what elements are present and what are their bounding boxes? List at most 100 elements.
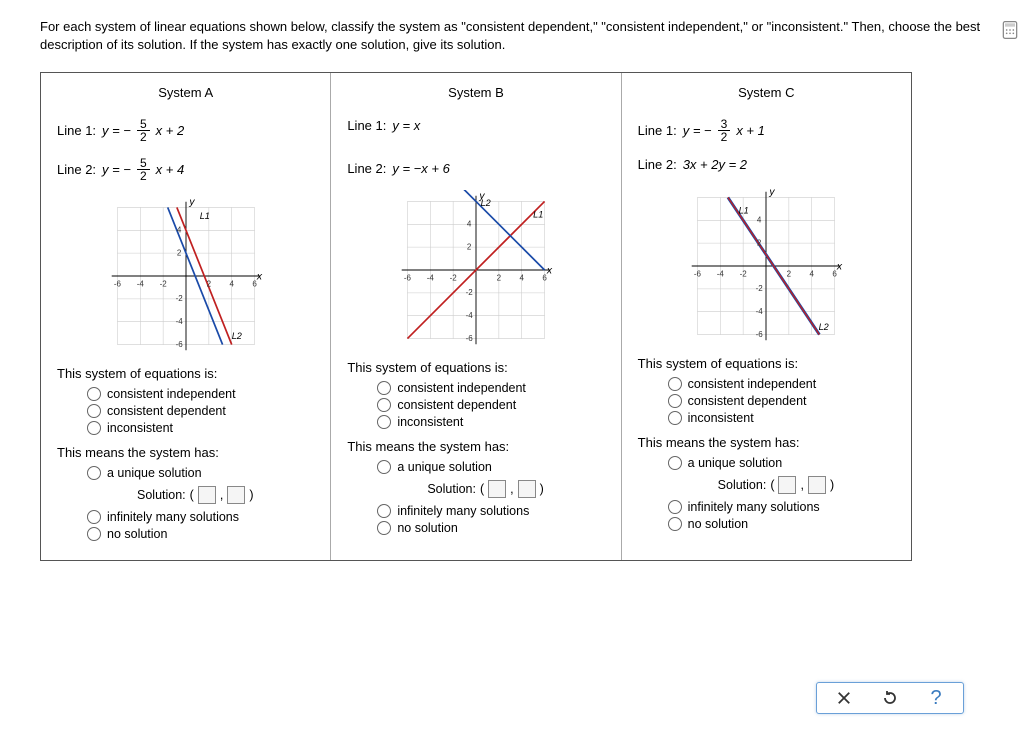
opt-label: infinitely many solutions [397, 504, 529, 518]
reset-button[interactable] [881, 689, 899, 707]
opt-inf-many[interactable]: infinitely many solutions [377, 504, 604, 518]
svg-text:-2: -2 [175, 295, 183, 304]
solution-x-input[interactable] [198, 486, 216, 504]
solution-y-input[interactable] [808, 476, 826, 494]
solution-row: Solution: (,) [377, 480, 604, 498]
opt-inconsistent[interactable]: inconsistent [668, 411, 895, 425]
solution-y-input[interactable] [518, 480, 536, 498]
opt-consistent-independent[interactable]: consistent independent [377, 381, 604, 395]
opt-label: no solution [107, 527, 167, 541]
svg-text:-6: -6 [756, 330, 764, 339]
svg-text:L1: L1 [199, 211, 209, 221]
denominator: 2 [718, 131, 731, 143]
radio-icon [668, 411, 682, 425]
eq-text: y = − [102, 123, 131, 138]
svg-text:-6: -6 [175, 340, 183, 349]
fraction: 52 [137, 157, 150, 182]
radio-icon [377, 415, 391, 429]
system-b-line2: Line 2: y = −x + 6 [347, 161, 604, 176]
system-b-column: System B Line 1: y = x Line 2: y = −x + … [331, 73, 621, 560]
radio-icon [87, 404, 101, 418]
opt-inf-many[interactable]: infinitely many solutions [668, 500, 895, 514]
opt-label: a unique solution [688, 456, 783, 470]
solution-x-input[interactable] [778, 476, 796, 494]
opt-no-solution[interactable]: no solution [377, 521, 604, 535]
means-label: This means the system has: [347, 439, 604, 454]
radio-icon [87, 387, 101, 401]
eq-text: y = − [102, 162, 131, 177]
solution-row: Solution: (,) [668, 476, 895, 494]
svg-text:2: 2 [497, 274, 502, 283]
opt-label: a unique solution [107, 466, 202, 480]
means-options: a unique solution Solution: (,) infinite… [347, 460, 604, 535]
opt-no-solution[interactable]: no solution [668, 517, 895, 531]
svg-text:L2: L2 [231, 331, 241, 341]
svg-text:-6: -6 [114, 280, 122, 289]
system-c-line1: Line 1: y = − 32 x + 1 [638, 118, 895, 143]
opt-label: no solution [688, 517, 748, 531]
opt-label: inconsistent [397, 415, 463, 429]
classify-label: This system of equations is: [638, 356, 895, 371]
opt-label: consistent dependent [688, 394, 807, 408]
svg-text:2: 2 [177, 249, 182, 258]
action-toolbar: ? [816, 682, 964, 714]
svg-text:6: 6 [252, 280, 257, 289]
radio-icon [668, 456, 682, 470]
calculator-icon[interactable] [1000, 20, 1020, 40]
solution-label: Solution: [137, 488, 186, 502]
svg-text:x: x [836, 262, 843, 273]
opt-label: consistent independent [688, 377, 817, 391]
opt-no-solution[interactable]: no solution [87, 527, 314, 541]
svg-text:2: 2 [757, 239, 762, 248]
svg-text:y: y [188, 198, 195, 209]
svg-text:2: 2 [467, 243, 472, 252]
eq-text: x + 2 [156, 123, 185, 138]
help-button[interactable]: ? [927, 689, 945, 707]
radio-icon [668, 517, 682, 531]
svg-text:4: 4 [757, 216, 762, 225]
opt-consistent-independent[interactable]: consistent independent [87, 387, 314, 401]
opt-consistent-dependent[interactable]: consistent dependent [668, 394, 895, 408]
svg-text:-4: -4 [175, 317, 183, 326]
svg-text:y: y [769, 188, 776, 199]
opt-consistent-independent[interactable]: consistent independent [668, 377, 895, 391]
opt-label: infinitely many solutions [688, 500, 820, 514]
radio-icon [87, 421, 101, 435]
svg-text:-6: -6 [466, 334, 474, 343]
clear-button[interactable] [835, 689, 853, 707]
system-c-graph: xy L1 L2 -6-4-2246 24-2-4-6 [666, 186, 866, 346]
opt-consistent-dependent[interactable]: consistent dependent [377, 398, 604, 412]
eq-text: 3x + 2y = 2 [683, 157, 747, 172]
svg-text:L1: L1 [533, 210, 543, 220]
opt-label: infinitely many solutions [107, 510, 239, 524]
opt-label: inconsistent [688, 411, 754, 425]
opt-consistent-dependent[interactable]: consistent dependent [87, 404, 314, 418]
system-a-line1: Line 1: y = − 52 x + 2 [57, 118, 314, 143]
svg-text:L2: L2 [481, 198, 491, 208]
opt-unique[interactable]: a unique solution [668, 456, 895, 470]
solution-x-input[interactable] [488, 480, 506, 498]
solution-row: Solution: (,) [87, 486, 314, 504]
svg-text:x: x [546, 266, 553, 277]
line2-label: Line 2: [347, 161, 386, 176]
solution-label: Solution: [427, 482, 476, 496]
eq-text: x + 1 [736, 123, 765, 138]
means-label: This means the system has: [57, 445, 314, 460]
opt-inconsistent[interactable]: inconsistent [377, 415, 604, 429]
eq-text: y = − [683, 123, 712, 138]
svg-text:2: 2 [206, 280, 211, 289]
radio-icon [377, 504, 391, 518]
radio-icon [668, 394, 682, 408]
solution-y-input[interactable] [227, 486, 245, 504]
opt-inf-many[interactable]: infinitely many solutions [87, 510, 314, 524]
line1-label: Line 1: [57, 123, 96, 138]
system-c-line2: Line 2: 3x + 2y = 2 [638, 157, 895, 172]
system-a-line2: Line 2: y = − 52 x + 4 [57, 157, 314, 182]
opt-unique[interactable]: a unique solution [87, 466, 314, 480]
opt-label: consistent dependent [107, 404, 226, 418]
opt-inconsistent[interactable]: inconsistent [87, 421, 314, 435]
line2-label: Line 2: [638, 157, 677, 172]
radio-icon [87, 527, 101, 541]
svg-text:-4: -4 [717, 270, 725, 279]
opt-unique[interactable]: a unique solution [377, 460, 604, 474]
